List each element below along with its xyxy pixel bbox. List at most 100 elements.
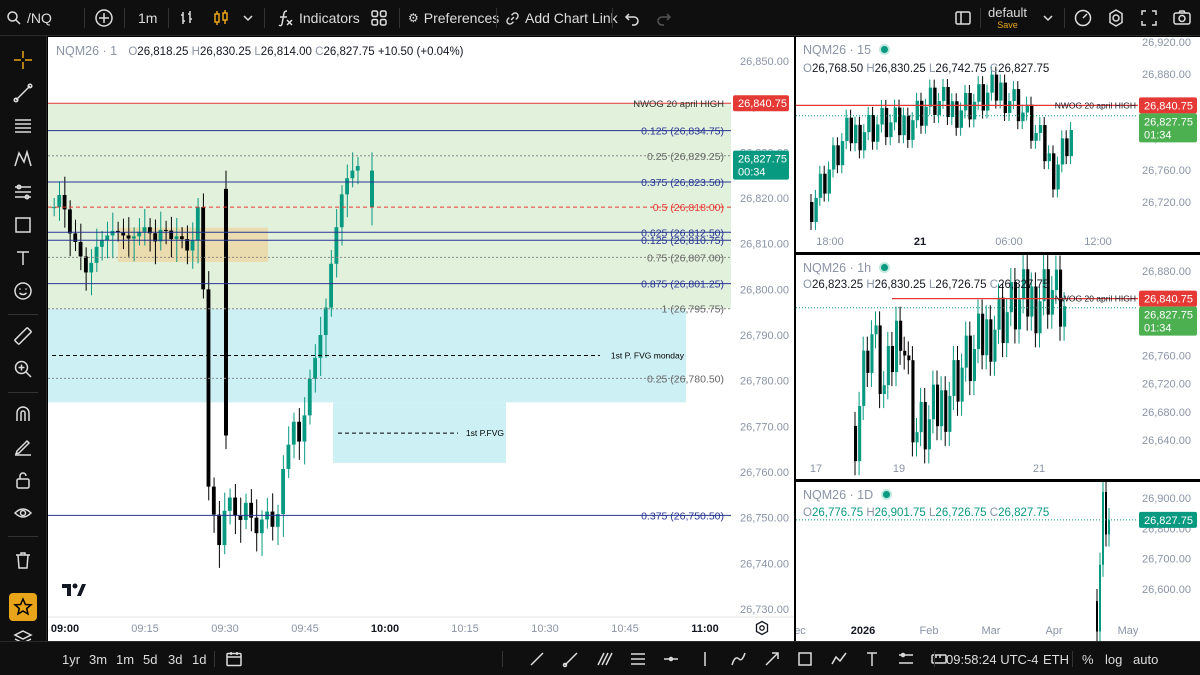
forecast-tool[interactable] xyxy=(9,178,37,206)
range-1m[interactable]: 1m xyxy=(116,642,134,675)
candle-body xyxy=(211,486,216,515)
rectangle-tool[interactable] xyxy=(796,642,814,675)
range-1d[interactable]: 1d xyxy=(192,642,206,675)
candle-body xyxy=(964,335,968,368)
candle-body xyxy=(1012,89,1016,102)
chart-1h-pane[interactable]: NWOG 20 april HIGH26,880.0026,840.0026,8… xyxy=(796,255,1200,479)
add-chart-link-button[interactable]: Add Chart Link xyxy=(505,0,618,36)
favorites-tool[interactable] xyxy=(9,593,37,621)
candle-body xyxy=(185,239,190,251)
layout-panel-button[interactable] xyxy=(954,0,972,36)
candle-body xyxy=(243,502,248,520)
quick-search-button[interactable] xyxy=(1073,0,1093,36)
clock-timezone[interactable]: 09:58:24 UTC-4 xyxy=(946,642,1039,675)
chart_15-candles xyxy=(810,66,1073,230)
candle-body xyxy=(827,169,831,194)
trend-line-tool[interactable] xyxy=(9,79,37,107)
symbol-search[interactable]: /NQ xyxy=(6,0,52,36)
gear-icon: ⚙ xyxy=(408,11,419,25)
percent-scale-toggle[interactable]: % xyxy=(1082,642,1094,675)
layout-dropdown[interactable] xyxy=(1042,0,1054,36)
range-3d[interactable]: 3d xyxy=(168,642,182,675)
interval-button[interactable]: 1m xyxy=(138,0,157,36)
measure-tool[interactable] xyxy=(9,322,37,350)
range-label: 5d xyxy=(143,651,158,667)
candle-body xyxy=(57,194,62,208)
candle-body xyxy=(1069,130,1073,157)
snapshot-button[interactable] xyxy=(1172,0,1192,36)
text-tool[interactable] xyxy=(863,642,881,675)
price-tick-label: 26,900.00 xyxy=(1142,493,1191,505)
level-label: 0.125 (26,834.75) xyxy=(641,126,724,138)
object-tree-tool[interactable] xyxy=(9,627,37,641)
chart-15m-pane[interactable]: NWOG 20 april HIGH 26,920.00 26,880.00 26,8… xyxy=(796,37,1200,252)
trend-line-tool[interactable] xyxy=(528,642,546,675)
last-price-badge-price: 26,827.75 xyxy=(1144,310,1193,322)
range-5d[interactable]: 5d xyxy=(143,642,157,675)
ohlc-close: 26,827.75 xyxy=(998,279,1050,291)
pattern-tool[interactable] xyxy=(9,145,37,173)
chart-type-dropdown[interactable] xyxy=(242,0,254,36)
range-3m[interactable]: 3m xyxy=(89,642,107,675)
layout-save-button[interactable]: default Save xyxy=(988,0,1027,36)
indicators-button[interactable]: Indicators xyxy=(276,0,360,36)
candle-body xyxy=(1038,301,1042,334)
gear-icon xyxy=(1109,9,1123,27)
magnet-tool[interactable] xyxy=(9,400,37,428)
candle-body xyxy=(1005,312,1009,344)
candle-body xyxy=(985,319,989,356)
bar-style-button[interactable] xyxy=(178,0,196,36)
redo-button[interactable] xyxy=(656,0,672,36)
price-tick-label: 26,800.00 xyxy=(740,284,789,296)
brush-tool[interactable] xyxy=(729,642,747,675)
lock-tool[interactable] xyxy=(9,466,37,494)
pitchfork-tool[interactable] xyxy=(595,642,613,675)
main-chart-pane[interactable]: NWOG 20 april HIGH 0.125 (26,834.75) 0.25 … xyxy=(48,37,794,641)
hide-tool[interactable] xyxy=(9,499,37,527)
chart-1d-pane[interactable]: 26,900.00 26,800.00 26,700.00 26,600.00 26,8… xyxy=(796,482,1200,641)
auto-scale-toggle[interactable]: auto xyxy=(1133,642,1158,675)
magnet-icon xyxy=(16,406,30,421)
candle-body xyxy=(1034,286,1038,334)
range-1yr[interactable]: 1yr xyxy=(62,642,80,675)
path-tool[interactable] xyxy=(830,642,848,675)
compare-symbol-button[interactable] xyxy=(94,0,114,36)
ray-tool[interactable] xyxy=(562,642,580,675)
candles-style-button[interactable] xyxy=(212,0,230,36)
preferences-button[interactable]: ⚙ Preferences xyxy=(408,0,499,36)
time-tick-label: 19 xyxy=(893,463,905,475)
chart-settings-button[interactable] xyxy=(754,620,770,636)
crosshair-tool[interactable] xyxy=(9,46,37,74)
emoji-tool[interactable] xyxy=(9,277,37,305)
last-price-badge: 26,827.7500:34 xyxy=(733,150,789,180)
fib-tool[interactable] xyxy=(9,112,37,140)
candle-body xyxy=(105,235,110,241)
level-label: 0.75 (26,807.00) xyxy=(647,252,724,264)
chart-1d-canvas[interactable]: 26,900.0026,800.0026,700.0026,600.0026,8… xyxy=(796,482,1200,641)
candle-body xyxy=(893,107,897,123)
vertical-line-tool[interactable] xyxy=(696,642,714,675)
log-scale-toggle[interactable]: log xyxy=(1105,642,1122,675)
templates-button[interactable] xyxy=(370,0,388,36)
horizontal-line-tool[interactable] xyxy=(662,642,680,675)
fullscreen-icon xyxy=(1141,10,1157,26)
keep-drawing-tool[interactable] xyxy=(9,433,37,461)
tv-logo-icon xyxy=(62,583,86,596)
fullscreen-button[interactable] xyxy=(1140,0,1158,36)
chart-1h-ohlc: O26,823.25 H26,830.25 L26,726.75 C26,827… xyxy=(803,279,1050,291)
settings-button[interactable] xyxy=(1106,0,1126,36)
main-chart-canvas[interactable]: NWOG 20 april HIGH 0.125 (26,834.75) 0.25 … xyxy=(48,37,794,641)
candle-body xyxy=(1096,601,1098,632)
shapes-tool[interactable] xyxy=(9,211,37,239)
undo-button[interactable] xyxy=(624,0,640,36)
long-short-tool[interactable] xyxy=(897,642,915,675)
text-tool[interactable] xyxy=(9,244,37,272)
session-button[interactable]: ETH xyxy=(1043,642,1069,675)
zoom-tool[interactable] xyxy=(9,355,37,383)
remove-drawings-tool[interactable] xyxy=(9,546,37,574)
go-to-date-button[interactable] xyxy=(225,642,243,675)
fib-retracement-tool[interactable] xyxy=(629,642,647,675)
tradingview-logo[interactable] xyxy=(60,581,88,599)
session-label: ETH xyxy=(1043,651,1069,667)
arrow-tool[interactable] xyxy=(763,642,781,675)
